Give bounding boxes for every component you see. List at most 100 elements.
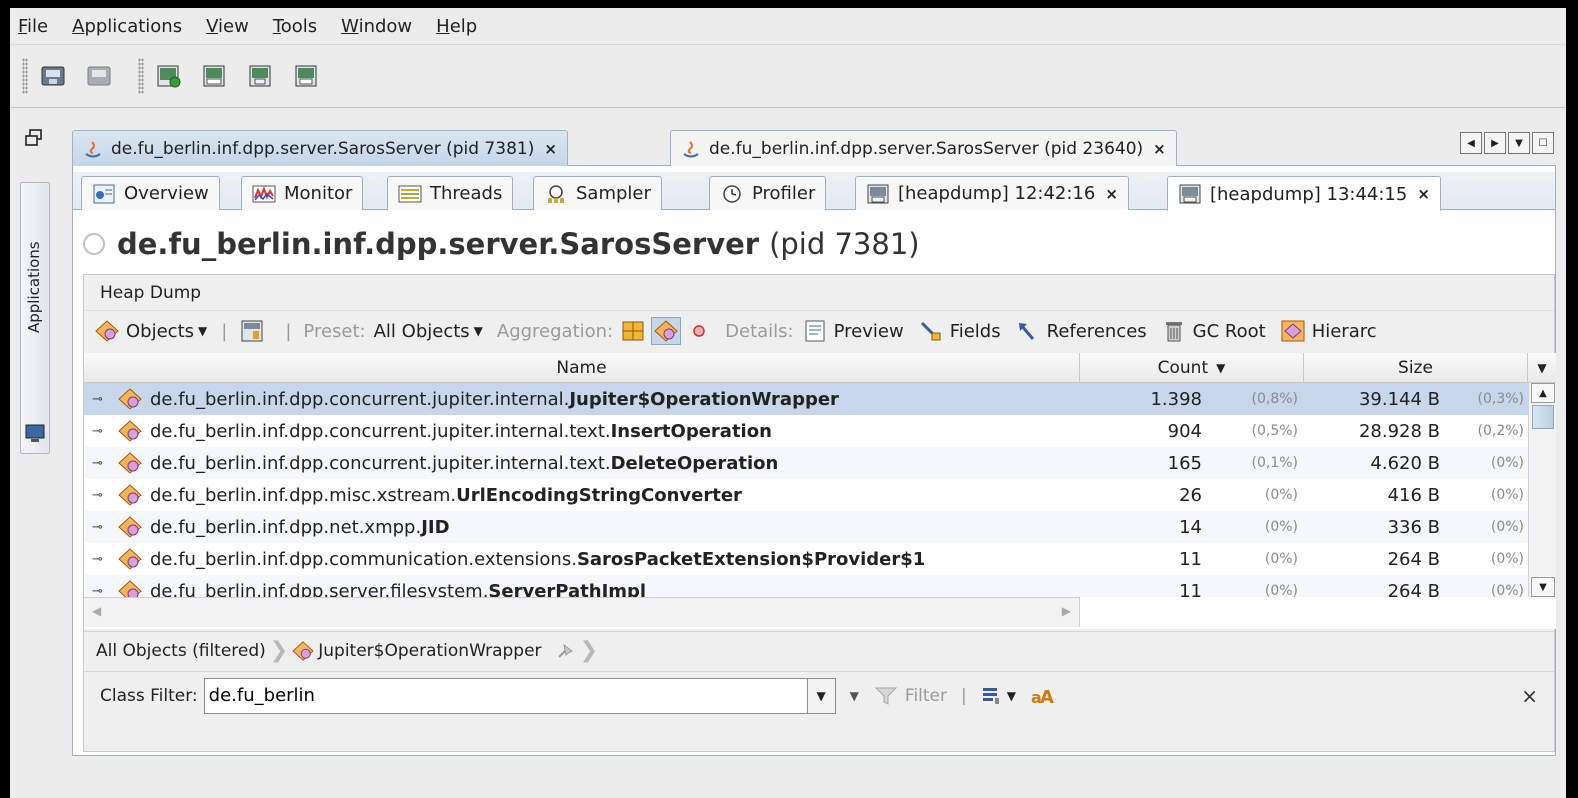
java-icon — [85, 140, 101, 157]
table-row[interactable]: ⊸ de.fu_berlin.inf.dpp.server.filesystem… — [84, 575, 1528, 597]
fields-toggle[interactable]: Fields — [918, 319, 1001, 343]
details-label: Details: — [725, 320, 794, 342]
aggregation-classes-button[interactable] — [651, 317, 682, 345]
packages-icon — [622, 321, 644, 341]
menu-file[interactable]: File — [18, 16, 48, 37]
match-case-icon: aA — [1031, 687, 1054, 707]
load-snapshot-icon[interactable] — [38, 61, 68, 91]
column-header-count[interactable]: Count ▼ — [1080, 353, 1304, 383]
left-sidebar-strip: Applications — [16, 120, 54, 760]
class-icon — [118, 516, 142, 538]
close-filter-icon[interactable]: × — [1521, 684, 1538, 708]
main-toolbar — [10, 44, 1566, 108]
table-row[interactable]: ⊸ de.fu_berlin.inf.dpp.concurrent.jupite… — [84, 383, 1528, 415]
add-jmx-connection-icon[interactable] — [200, 61, 230, 91]
filter-options-button[interactable]: ▼ — [981, 686, 1016, 706]
tab-threads[interactable]: Threads — [387, 176, 514, 210]
breadcrumb-current[interactable]: Jupiter$OperationWrapper — [318, 641, 541, 661]
cell-count-percent: (0%) — [1264, 487, 1298, 503]
menu-view[interactable]: View — [206, 16, 249, 37]
scroll-down-icon[interactable]: ▼ — [1531, 577, 1555, 597]
doc-tab-pid-7381[interactable]: de.fu_berlin.inf.dpp.server.SarosServer … — [72, 130, 568, 166]
expand-icon[interactable]: ⊸ — [92, 520, 106, 535]
tab-label: Overview — [124, 183, 209, 204]
menu-rest: elp — [449, 15, 478, 37]
table-row[interactable]: ⊸ de.fu_berlin.inf.dpp.concurrent.jupite… — [84, 415, 1528, 447]
doc-tab-pid-23640[interactable]: de.fu_berlin.inf.dpp.server.SarosServer … — [670, 130, 1177, 166]
cell-size: 264 B — [1387, 548, 1440, 570]
menu-tools[interactable]: Tools — [273, 16, 317, 37]
add-remote-host-icon[interactable] — [154, 61, 184, 91]
tab-sampler[interactable]: Sampler — [533, 176, 662, 210]
references-toggle[interactable]: References — [1015, 319, 1147, 343]
tab-heapdump-124216[interactable]: [heapdump] 12:42:16 × — [855, 176, 1129, 210]
preset-dropdown[interactable]: All Objects ▼ — [374, 321, 483, 342]
close-tab-icon[interactable]: × — [544, 140, 557, 158]
filter-button[interactable]: Filter — [873, 685, 947, 707]
toolbar-grip[interactable] — [22, 58, 28, 94]
compute-retained-button[interactable] — [239, 319, 271, 343]
preset-label: Preset: — [303, 320, 366, 342]
scroll-tabs-left-icon[interactable]: ◀ — [1460, 132, 1482, 154]
take-heap-dump-icon[interactable] — [246, 61, 276, 91]
scroll-left-icon[interactable]: ◀ — [92, 604, 101, 618]
column-selector[interactable]: ▼ — [1528, 353, 1556, 383]
close-tab-icon[interactable]: × — [1417, 185, 1430, 203]
expand-icon[interactable]: ⊸ — [92, 552, 106, 567]
heap-dump-section: Heap Dump Objects ▼ | | Preset: All Obje… — [83, 274, 1556, 752]
pin-icon[interactable] — [554, 641, 576, 661]
filter-type-dropdown[interactable]: ▼ — [850, 689, 859, 703]
classes-icon — [654, 320, 678, 342]
class-filter-input[interactable] — [203, 677, 808, 714]
close-tab-icon[interactable]: × — [1105, 185, 1118, 203]
match-case-toggle[interactable]: aA — [1030, 685, 1056, 707]
toolbar-grip[interactable] — [138, 58, 144, 94]
show-tab-list-icon[interactable]: ▼ — [1508, 132, 1530, 154]
applications-side-tab[interactable]: Applications — [20, 182, 50, 454]
aggregation-packages-button[interactable] — [621, 320, 645, 342]
objects-dropdown[interactable]: Objects ▼ — [94, 319, 207, 343]
horizontal-scrollbar[interactable]: ◀ ▶ — [84, 597, 1080, 627]
scroll-tabs-right-icon[interactable]: ▶ — [1484, 132, 1506, 154]
menu-applications[interactable]: Applications — [72, 16, 182, 37]
view-tab-bar: Overview Monitor Threads Sampler Profile… — [73, 172, 1555, 211]
save-snapshot-icon[interactable] — [84, 61, 114, 91]
expand-icon[interactable]: ⊸ — [92, 392, 106, 407]
filter-history-dropdown[interactable]: ▼ — [807, 677, 836, 714]
cell-size: 416 B — [1387, 484, 1440, 506]
preview-toggle[interactable]: Preview — [802, 319, 904, 343]
menu-help[interactable]: Help — [436, 16, 477, 37]
breadcrumb-root[interactable]: All Objects (filtered) — [96, 641, 266, 661]
vertical-scrollbar[interactable]: ▲ ▼ — [1528, 383, 1556, 597]
hierarchy-toggle[interactable]: Hierarc — [1280, 319, 1377, 343]
table-row[interactable]: ⊸ de.fu_berlin.inf.dpp.misc.xstream. UrlE… — [84, 479, 1528, 511]
menu-window[interactable]: Window — [341, 16, 412, 37]
restore-window-icon[interactable] — [24, 128, 44, 148]
maximize-window-icon[interactable]: ☐ — [1532, 132, 1554, 154]
gc-root-toggle[interactable]: GC Root — [1161, 319, 1266, 343]
table-row[interactable]: ⊸ de.fu_berlin.inf.dpp.communication.ext… — [84, 543, 1528, 575]
objects-toolbar: Objects ▼ | | Preset: All Objects ▼ Aggr… — [84, 311, 1554, 351]
close-tab-icon[interactable]: × — [1153, 140, 1166, 158]
tab-heapdump-134415[interactable]: [heapdump] 13:44:15 × — [1167, 176, 1441, 211]
scroll-right-icon[interactable]: ▶ — [1062, 604, 1071, 618]
table-row[interactable]: ⊸ de.fu_berlin.inf.dpp.concurrent.jupite… — [84, 447, 1528, 479]
scroll-up-icon[interactable]: ▲ — [1531, 383, 1555, 403]
column-header-size[interactable]: Size — [1304, 353, 1528, 383]
menu-mnemonic: W — [341, 15, 359, 37]
tab-overview[interactable]: Overview — [81, 176, 220, 210]
expand-icon[interactable]: ⊸ — [92, 584, 106, 598]
column-header-name[interactable]: Name — [84, 353, 1080, 383]
scrollbar-thumb[interactable] — [1532, 405, 1554, 429]
expand-icon[interactable]: ⊸ — [92, 424, 106, 439]
table-row[interactable]: ⊸ de.fu_berlin.inf.dpp.net.xmpp. JID 14 (… — [84, 511, 1528, 543]
expand-icon[interactable]: ⊸ — [92, 456, 106, 471]
aggregation-instances-button[interactable] — [691, 323, 707, 339]
expand-icon[interactable]: ⊸ — [92, 488, 106, 503]
add-vm-coredump-icon[interactable] — [292, 61, 322, 91]
tab-monitor[interactable]: Monitor — [241, 176, 364, 210]
tab-profiler[interactable]: Profiler — [709, 176, 827, 210]
fields-icon — [920, 321, 941, 341]
class-package: de.fu_berlin.inf.dpp.server.filesystem. — [150, 580, 489, 598]
class-package: de.fu_berlin.inf.dpp.concurrent.jupiter.… — [150, 452, 611, 474]
